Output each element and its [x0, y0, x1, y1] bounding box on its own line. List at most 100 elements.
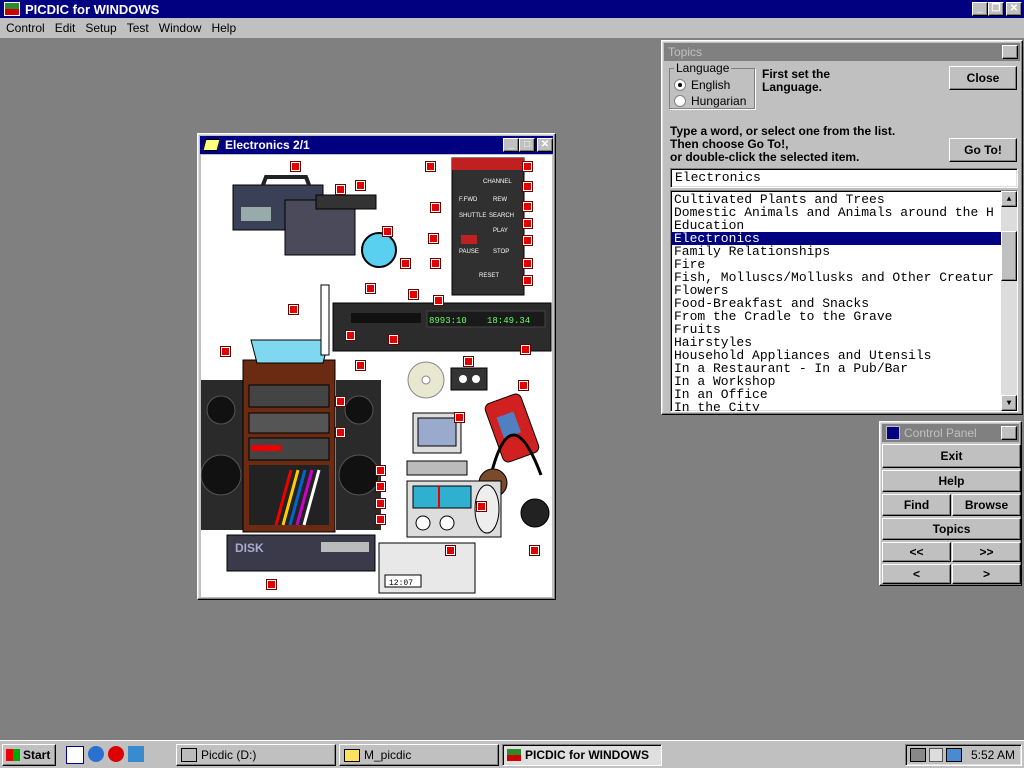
hotspot[interactable]	[408, 289, 419, 300]
hotspot[interactable]	[388, 334, 399, 345]
hotspot[interactable]	[522, 275, 533, 286]
channels-icon[interactable]	[128, 746, 144, 762]
hotspot[interactable]	[382, 226, 393, 237]
radio-hungarian[interactable]: Hungarian	[674, 93, 750, 109]
help-button[interactable]: Help	[882, 470, 1021, 492]
network-icon[interactable]	[910, 748, 926, 762]
control-panel-window: Control Panel ✕ Exit Help Find Browse To…	[879, 421, 1022, 586]
hotspot[interactable]	[430, 202, 441, 213]
desktop-icon[interactable]	[66, 746, 84, 764]
hotspot[interactable]	[522, 181, 533, 192]
hotspot[interactable]	[375, 481, 386, 492]
maximize-button[interactable]: □	[519, 138, 535, 152]
topic-list[interactable]: Cultivated Plants and Trees Domestic Anim…	[670, 190, 1018, 412]
hotspot[interactable]	[355, 360, 366, 371]
restore-button[interactable]: ❐	[988, 2, 1004, 16]
hotspot[interactable]	[375, 465, 386, 476]
hotspot[interactable]	[430, 258, 441, 269]
electronics-window: Electronics 2/1 _ □ ✕ CHANNEL F.FWD REW …	[197, 133, 556, 600]
hotspot[interactable]	[463, 356, 474, 367]
hotspot[interactable]	[375, 514, 386, 525]
topic-list-item[interactable]: In the City	[671, 401, 1001, 411]
list-scrollbar[interactable]: ▲ ▼	[1001, 191, 1017, 411]
hotspot[interactable]	[345, 330, 356, 341]
hotspot[interactable]	[518, 380, 529, 391]
hotspot[interactable]	[425, 161, 436, 172]
menu-setup[interactable]: Setup	[85, 21, 116, 35]
hotspot[interactable]	[355, 180, 366, 191]
task-picdic-drive[interactable]: Picdic (D:)	[176, 744, 336, 766]
menu-edit[interactable]: Edit	[55, 21, 76, 35]
hotspot[interactable]	[522, 218, 533, 229]
previous-page-button[interactable]: <	[882, 564, 951, 584]
hotspot[interactable]	[476, 501, 487, 512]
app-icon	[507, 749, 521, 761]
hotspot[interactable]	[335, 396, 346, 407]
electronics-illustration: CHANNEL F.FWD REW SHUTTLE SEARCH PLAY PA…	[201, 157, 552, 594]
hotspot[interactable]	[288, 304, 299, 315]
hotspot[interactable]	[433, 295, 444, 306]
clock-radio: 12:07	[378, 542, 476, 594]
hotspot[interactable]	[400, 258, 411, 269]
topics-button[interactable]: Topics	[882, 518, 1021, 540]
hotspot[interactable]	[335, 427, 346, 438]
remote-control: CHANNEL F.FWD REW SHUTTLE SEARCH PLAY PA…	[451, 157, 525, 296]
scroll-down-button[interactable]: ▼	[1001, 395, 1017, 411]
hotspot[interactable]	[365, 283, 376, 294]
start-button[interactable]: Start	[2, 744, 56, 766]
topic-list-item[interactable]: Family Relationships	[671, 245, 1001, 258]
hotspot[interactable]	[335, 184, 346, 195]
close-button[interactable]: ✕	[1002, 45, 1018, 59]
hotspot[interactable]	[220, 346, 231, 357]
menu-window[interactable]: Window	[159, 21, 202, 35]
task-picdic-for-windows[interactable]: PICDIC for WINDOWS	[502, 744, 662, 766]
instruction-line-1: Type a word, or select one from the list…	[670, 124, 896, 138]
goto-button[interactable]: Go To!	[949, 138, 1017, 162]
menu-help[interactable]: Help	[211, 21, 236, 35]
scroll-up-button[interactable]: ▲	[1001, 191, 1017, 207]
control-panel-title-bar: Control Panel ✕	[882, 424, 1019, 442]
first-page-button[interactable]: <<	[882, 542, 951, 562]
minimize-button[interactable]: _	[503, 138, 519, 152]
hotspot[interactable]	[266, 579, 277, 590]
scroll-thumb[interactable]	[1001, 231, 1017, 281]
browser-icon[interactable]	[88, 746, 104, 762]
hotspot[interactable]	[529, 545, 540, 556]
hotspot[interactable]	[375, 498, 386, 509]
hotspot[interactable]	[428, 233, 439, 244]
hotspot[interactable]	[454, 412, 465, 423]
minimize-button[interactable]: _	[972, 2, 988, 16]
radio-english[interactable]: English	[674, 77, 750, 93]
volume-icon[interactable]	[929, 748, 943, 762]
opera-icon[interactable]	[108, 746, 124, 762]
electronics-title: Electronics 2/1	[225, 138, 310, 152]
hotspot[interactable]	[522, 258, 533, 269]
last-page-button[interactable]: >>	[952, 542, 1021, 562]
close-topics-button[interactable]: Close	[949, 66, 1017, 90]
svg-text:SEARCH: SEARCH	[489, 213, 514, 219]
hotspot[interactable]	[522, 161, 533, 172]
hotspot[interactable]	[520, 344, 531, 355]
menu-control[interactable]: Control	[6, 21, 45, 35]
exit-button[interactable]: Exit	[882, 444, 1021, 468]
menu-test[interactable]: Test	[127, 21, 149, 35]
camcorder	[232, 175, 397, 268]
task-m-picdic[interactable]: M_picdic	[339, 744, 499, 766]
close-button[interactable]: ✕	[1006, 2, 1022, 16]
svg-text:REW: REW	[493, 197, 507, 203]
hotspot[interactable]	[445, 545, 456, 556]
svg-text:8993:10: 8993:10	[429, 316, 467, 326]
close-button[interactable]: ✕	[537, 138, 553, 152]
hotspot[interactable]	[522, 235, 533, 246]
topic-search-input[interactable]: Electronics	[670, 168, 1018, 188]
find-button[interactable]: Find	[882, 494, 951, 516]
picture-canvas[interactable]: CHANNEL F.FWD REW SHUTTLE SEARCH PLAY PA…	[201, 155, 552, 597]
clock: 5:52 AM	[970, 748, 1015, 762]
display-icon[interactable]	[946, 748, 962, 762]
next-page-button[interactable]: >	[952, 564, 1021, 584]
close-button[interactable]: ✕	[1001, 426, 1017, 440]
hotspot[interactable]	[290, 161, 301, 172]
browse-button[interactable]: Browse	[952, 494, 1021, 516]
hotspot[interactable]	[522, 201, 533, 212]
topics-title-bar: Topics ✕	[664, 43, 1020, 61]
